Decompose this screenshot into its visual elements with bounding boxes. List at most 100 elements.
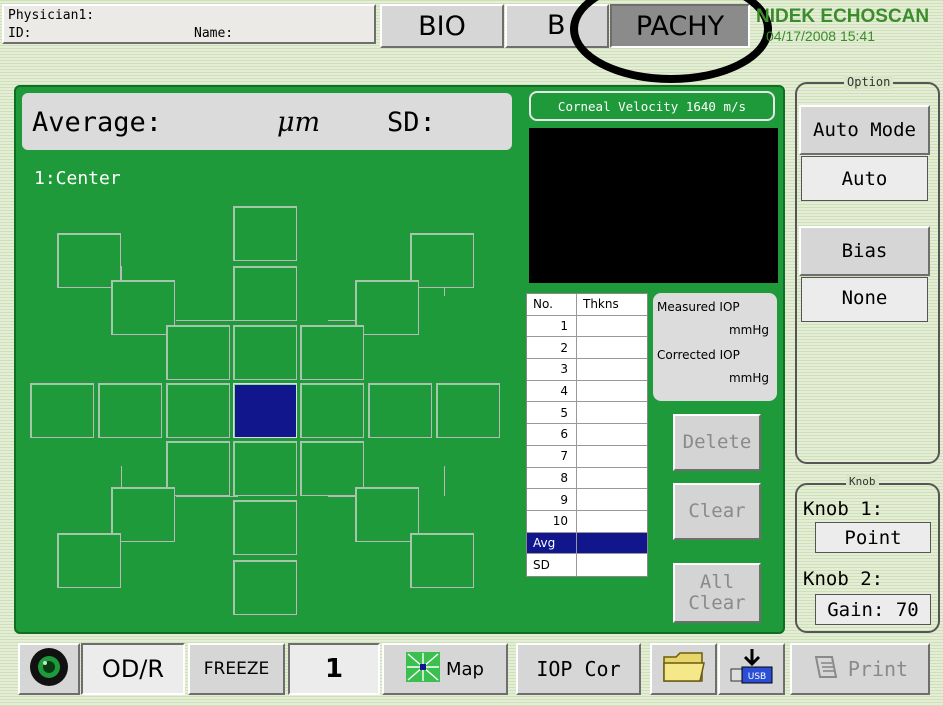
row-number: 10	[527, 510, 577, 532]
measurement-point[interactable]	[98, 383, 162, 438]
bias-button[interactable]: Bias	[799, 226, 930, 276]
print-label: Print	[847, 657, 909, 681]
table-row[interactable]: 8	[527, 467, 647, 490]
table-row[interactable]: 7	[527, 445, 647, 468]
table-header: No. Thkns	[527, 294, 647, 316]
thickness-cell	[577, 511, 647, 532]
sd-row-label: SD	[527, 554, 577, 576]
thickness-cell	[577, 316, 647, 337]
measurement-point[interactable]	[233, 560, 297, 615]
table-row[interactable]: 9	[527, 489, 647, 511]
thickness-cell	[577, 359, 647, 380]
avg-label: Avg	[527, 532, 577, 554]
patient-info-panel[interactable]: Physician1: ID: Name:	[2, 4, 376, 44]
row-number: 6	[527, 424, 577, 445]
measurement-point[interactable]	[410, 533, 474, 588]
row-number: 2	[527, 337, 577, 359]
row-number: 4	[527, 380, 577, 402]
print-button[interactable]: Print	[790, 643, 930, 695]
folder-button[interactable]	[650, 643, 717, 695]
average-label: Average:	[32, 107, 163, 138]
bias-value: None	[801, 277, 928, 322]
measurement-point[interactable]	[166, 383, 230, 438]
measurement-point[interactable]	[410, 233, 474, 288]
measured-iop-unit: mmHg	[728, 323, 769, 337]
tab-pachy[interactable]: PACHY	[610, 4, 750, 48]
measurement-point[interactable]	[30, 383, 94, 438]
table-row[interactable]: 3	[527, 359, 647, 381]
knob2-value: Gain: 70	[815, 594, 931, 625]
map-button[interactable]: Map	[382, 643, 508, 695]
row-number: 9	[527, 489, 577, 510]
table-row[interactable]: 5	[527, 402, 647, 425]
name-label: Name:	[194, 26, 234, 41]
corneal-velocity[interactable]: Corneal Velocity 1640 m/s	[529, 91, 775, 121]
measurement-point[interactable]	[368, 383, 432, 438]
position-label: 1:Center	[34, 168, 121, 189]
tab-bio[interactable]: BIO	[380, 4, 504, 48]
column-header-thkns: Thkns	[583, 297, 619, 312]
delete-button[interactable]: Delete	[673, 414, 761, 471]
option-title: Option	[844, 75, 894, 89]
folder-icon	[662, 649, 706, 689]
tab-b[interactable]: B	[505, 4, 609, 48]
usb-download-icon: USB	[729, 647, 775, 691]
measurement-point-center[interactable]	[233, 383, 297, 438]
sd-label: SD:	[387, 107, 436, 138]
freeze-button[interactable]: FREEZE	[188, 643, 285, 695]
auto-mode-button[interactable]: Auto Mode	[799, 105, 930, 155]
physician-label: Physician1:	[8, 8, 95, 23]
brand-title: NIDEK ECHOSCAN	[756, 6, 930, 27]
usb-label: USB	[747, 672, 765, 682]
id-label: ID:	[8, 26, 32, 41]
table-row[interactable]: 6	[527, 424, 647, 446]
corrected-iop-unit: mmHg	[728, 371, 769, 385]
knob-title: Knob	[846, 475, 879, 488]
measurement-point[interactable]	[300, 325, 364, 380]
iop-panel: Measured IOP mmHg Corrected IOP mmHg	[653, 293, 777, 401]
measurement-point[interactable]	[166, 325, 230, 380]
measurement-point[interactable]	[233, 325, 297, 380]
eye-side-button[interactable]: OD/R	[81, 643, 185, 695]
thickness-cell	[577, 446, 647, 467]
map-label: Map	[446, 658, 484, 680]
measurement-point[interactable]	[233, 206, 297, 261]
measurement-point[interactable]	[57, 533, 121, 588]
measurement-point[interactable]	[233, 266, 297, 321]
thickness-cell	[577, 424, 647, 445]
iop-cor-button[interactable]: IOP Cor	[516, 643, 641, 695]
usb-export-button[interactable]: USB	[718, 643, 785, 695]
corrected-iop-label: Corrected IOP	[657, 348, 740, 362]
thickness-table: No. Thkns 1 2 3 4 5 6 7 8 9 10 Avg SD	[526, 293, 648, 577]
table-row-sd: SD	[527, 554, 647, 576]
measurement-point[interactable]	[166, 441, 230, 496]
unit-label: μm	[277, 107, 321, 138]
average-bar: Average: μm SD:	[22, 93, 512, 150]
clear-button[interactable]: Clear	[673, 483, 761, 540]
measurement-point[interactable]	[233, 441, 297, 496]
row-number: 3	[527, 359, 577, 380]
measurement-point[interactable]	[355, 280, 419, 335]
measurement-point[interactable]	[436, 383, 500, 438]
datetime: 04/17/2008 15:41	[766, 28, 875, 44]
knob2-label: Knob 2:	[803, 568, 884, 590]
thickness-cell	[577, 337, 647, 358]
row-number: 8	[527, 467, 577, 489]
all-clear-button[interactable]: All Clear	[673, 563, 761, 623]
thickness-cell	[577, 489, 647, 510]
measurement-point[interactable]	[300, 383, 364, 438]
table-row-avg: Avg	[527, 532, 647, 555]
sd-value	[577, 554, 647, 576]
table-row[interactable]: 1	[527, 315, 647, 338]
table-row[interactable]: 10	[527, 510, 647, 533]
measured-iop-label: Measured IOP	[657, 300, 740, 314]
map-icon	[406, 651, 440, 687]
table-row[interactable]: 4	[527, 380, 647, 403]
printer-icon	[812, 655, 840, 684]
table-row[interactable]: 2	[527, 337, 647, 360]
thickness-cell	[577, 468, 647, 489]
measurement-point[interactable]	[233, 500, 297, 555]
eye-button[interactable]	[18, 643, 80, 695]
knob1-value: Point	[815, 522, 931, 553]
avg-value	[577, 533, 647, 554]
